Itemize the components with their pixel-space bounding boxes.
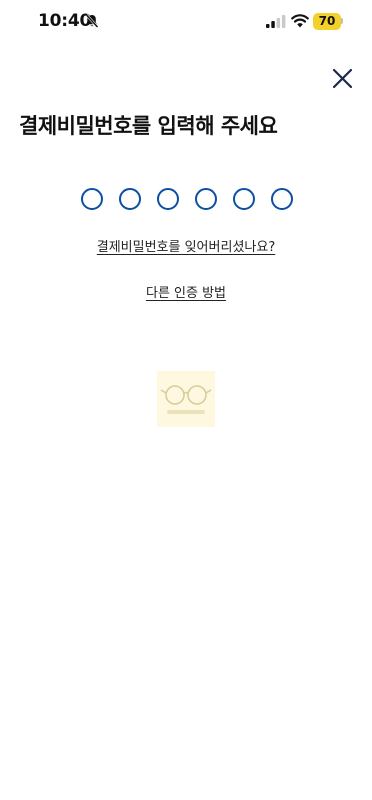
watermark-logo (157, 371, 215, 427)
battery-icon: 70 (313, 13, 341, 30)
close-button[interactable] (328, 64, 358, 94)
pin-input[interactable] (81, 188, 293, 212)
pin-dot (157, 188, 179, 210)
cellular-signal-icon (266, 15, 286, 28)
pin-dot (195, 188, 217, 210)
page-title: 결제비밀번호를 입력해 주세요 (19, 114, 278, 138)
pin-dot (233, 188, 255, 210)
alternate-auth-link[interactable]: 다른 인증 방법 (0, 282, 372, 301)
pin-dot (271, 188, 293, 210)
forgot-password-link[interactable]: 결제비밀번호를 잊어버리셨나요? (0, 236, 372, 255)
battery-cap (341, 18, 343, 24)
bell-slash-icon (85, 14, 99, 28)
close-icon (332, 68, 353, 89)
pin-dot (81, 188, 103, 210)
status-bar: 10:40 70 (0, 0, 372, 44)
wifi-icon (291, 14, 309, 28)
glasses-icon (160, 385, 212, 414)
pin-dot (119, 188, 141, 210)
